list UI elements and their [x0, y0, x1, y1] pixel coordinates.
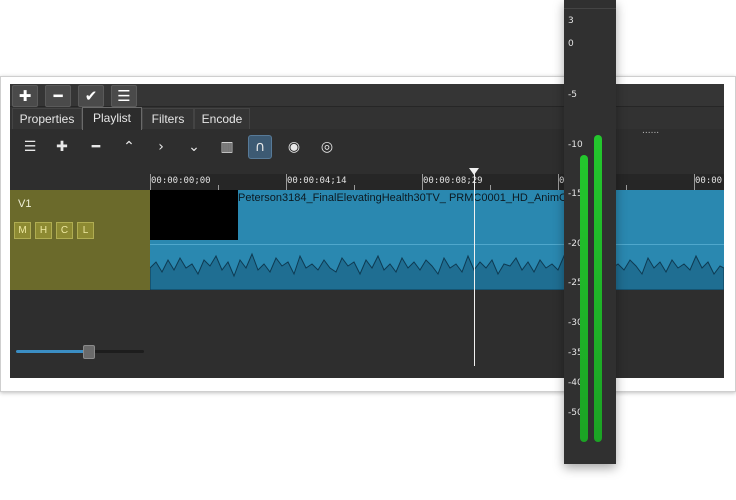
add-button[interactable]: ✚ — [12, 85, 38, 107]
remove-icon[interactable]: ━ — [84, 135, 108, 159]
tab-properties[interactable]: Properties — [12, 108, 82, 129]
hide-button[interactable]: H — [35, 222, 52, 239]
meter-scale-label: -5 — [568, 90, 577, 100]
add-icon[interactable]: ✚ — [50, 135, 74, 159]
track-header-v1[interactable]: V1 M H C L — [10, 190, 150, 290]
remove-button[interactable]: ━ — [45, 85, 71, 107]
panel-tabs: Properties Playlist Filters Encode — [10, 107, 724, 130]
chevron-down-icon[interactable]: ⌄ — [182, 135, 206, 159]
ruler-tick — [694, 174, 695, 190]
menu-icon[interactable]: ☰ — [18, 135, 42, 159]
zoom-slider[interactable] — [16, 345, 144, 359]
tab-playlist[interactable]: Playlist — [82, 107, 142, 130]
menu-button[interactable]: ☰ — [111, 85, 137, 107]
meter-scale-label: 3 — [568, 16, 574, 26]
ruler-tick — [150, 174, 151, 190]
clip-name: Peterson3184_FinalElevatingHealth30TV_ P… — [238, 192, 580, 204]
zoom-slider-fill — [16, 350, 89, 353]
audio-waveform — [150, 252, 724, 290]
audio-meter: 3 0 -5 -10 -15 -20 -25 -30 -35 -40 -50 — [564, 0, 616, 464]
meter-scale-label: -10 — [568, 140, 583, 150]
meter-bar-left — [580, 154, 588, 442]
ruler-tick — [422, 174, 423, 190]
timeline-panel: ✚ ━ ✔ ☰ Properties Playlist Filters Enco… — [10, 84, 724, 378]
ruler-label: 00:00:04;14 — [287, 176, 347, 186]
ruler-tick — [558, 174, 559, 190]
ripple-icon[interactable]: ◎ — [315, 135, 339, 159]
timeline-clip[interactable]: Peterson3184_FinalElevatingHealth30TV_ P… — [150, 190, 724, 290]
ruler-label: 00:00:00;00 — [151, 176, 211, 186]
ruler-tick — [286, 174, 287, 190]
chevron-up-icon[interactable]: ⌃ — [117, 135, 141, 159]
timeline-toolbar: ☰ ✚ ━ ⌃ › ⌄ ▥ ∩ ◉ ◎ — [10, 132, 724, 162]
meter-bar-right — [594, 135, 602, 442]
zoom-slider-handle[interactable] — [82, 345, 95, 359]
panel-dots: ...... — [642, 126, 660, 136]
apply-button[interactable]: ✔ — [78, 85, 104, 107]
clip-divider — [150, 244, 724, 245]
meter-separator — [564, 8, 616, 9]
ruler-label: 00:00: — [695, 176, 724, 186]
playhead-line[interactable] — [474, 172, 475, 366]
meter-scale-label: 0 — [568, 39, 574, 49]
tab-encode[interactable]: Encode — [194, 108, 250, 129]
track-name: V1 — [18, 198, 32, 210]
snap-icon[interactable]: ∩ — [248, 135, 272, 159]
split-icon[interactable]: ▥ — [215, 135, 239, 159]
chevron-right-icon[interactable]: › — [149, 135, 173, 159]
scrub-icon[interactable]: ◉ — [282, 135, 306, 159]
tab-filters[interactable]: Filters — [142, 108, 194, 129]
clip-thumbnail — [150, 190, 238, 240]
lock-button[interactable]: L — [77, 222, 94, 239]
timeline-ruler[interactable]: 00:00:00;00 00:00:04;14 00:00:08;29 0 00… — [150, 174, 724, 191]
composite-button[interactable]: C — [56, 222, 73, 239]
top-toolbar: ✚ ━ ✔ ☰ — [10, 84, 724, 107]
mute-button[interactable]: M — [14, 222, 31, 239]
